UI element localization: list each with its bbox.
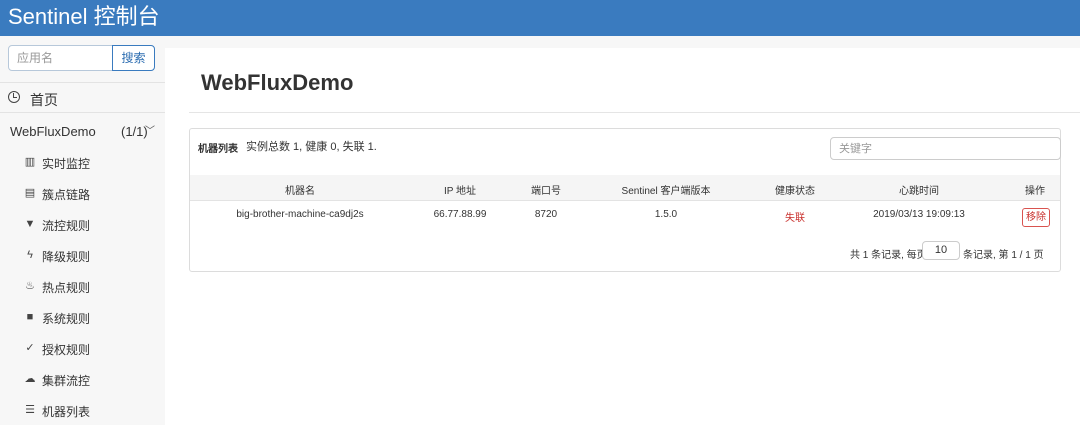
app-search-input[interactable] xyxy=(8,45,113,71)
port-cell: 8720 xyxy=(534,209,558,220)
remove-button[interactable]: 移除 xyxy=(1022,208,1050,227)
page-size-input[interactable]: 10 xyxy=(922,241,960,260)
column-header: 健康状态 xyxy=(775,186,815,197)
sidebar-item-label: 降级规则 xyxy=(42,250,91,264)
sidebar-item-label: 流控规则 xyxy=(42,219,91,233)
sidebar-item-label: 系统规则 xyxy=(42,312,91,326)
table-row: big-brother-machine-ca9dj2s 66.77.88.99 … xyxy=(190,201,1060,231)
title-divider xyxy=(189,112,1080,113)
instance-summary: 实例总数 1, 健康 0, 失联 1. xyxy=(246,141,377,153)
column-header: 端口号 xyxy=(531,186,561,197)
app-name: WebFluxDemo xyxy=(10,124,96,139)
column-header: 机器名 xyxy=(285,186,315,197)
sidebar-item-system-rules[interactable]: ■ 系统规则 xyxy=(0,303,165,333)
sidebar-item-label: 授权规则 xyxy=(42,343,91,357)
sidebar-item-label: 实时监控 xyxy=(42,157,91,171)
flash-icon: ϟ xyxy=(27,249,33,261)
version-cell: 1.5.0 xyxy=(654,209,678,220)
sidebar-item-flow-rules[interactable]: ▼ 流控规则 xyxy=(0,210,165,240)
filter-icon: ▼ xyxy=(24,218,36,230)
column-header: 操作 xyxy=(1025,186,1045,197)
pager-suffix: 条记录, 第 1 / 1 页 xyxy=(963,250,1044,261)
app-search: 搜索 xyxy=(8,45,155,71)
sidebar-item-authority-rules[interactable]: ✓ 授权规则 xyxy=(0,334,165,364)
sidebar-item-degrade-rules[interactable]: ϟ 降级规则 xyxy=(0,241,165,271)
sidebar-item-label: 集群流控 xyxy=(42,374,91,388)
page-title: WebFluxDemo xyxy=(201,70,354,95)
sidebar-item-metric[interactable]: ▥ 实时监控 xyxy=(0,148,165,178)
keyword-search-input[interactable] xyxy=(830,137,1061,160)
pager-prefix: 共 1 条记录, 每页 xyxy=(850,250,927,261)
panel-heading: 机器列表 xyxy=(198,144,238,155)
app-brand[interactable]: Sentinel 控制台 xyxy=(8,3,160,31)
table-header: 机器名 IP 地址 端口号 Sentinel 客户端版本 健康状态 心跳时间 操… xyxy=(190,175,1060,201)
sidebar: 搜索 首页 WebFluxDemo (1/1) ﹀ ▥ 实时监控 ▤ 簇点链路 … xyxy=(0,36,165,425)
fire-icon: ♨ xyxy=(25,280,35,292)
sidebar-item-home[interactable]: 首页 xyxy=(0,82,165,113)
sidebar-item-machines[interactable]: ☰ 机器列表 xyxy=(0,396,165,426)
check-circle-icon: ✓ xyxy=(25,342,35,354)
column-header: Sentinel 客户端版本 xyxy=(621,186,711,197)
sidebar-item-hotspot-rules[interactable]: ♨ 热点规则 xyxy=(0,272,165,302)
health-status-cell: 失联 xyxy=(785,213,805,224)
th-list-icon: ☰ xyxy=(25,404,35,416)
content-top-strip xyxy=(165,36,1080,48)
chevron-down-icon: ﹀ xyxy=(145,126,155,137)
sidebar-item-label: 首页 xyxy=(30,92,58,108)
clock-icon xyxy=(8,91,20,103)
search-button[interactable]: 搜索 xyxy=(112,45,155,71)
list-icon: ▤ xyxy=(24,187,36,199)
column-header: 心跳时间 xyxy=(899,186,939,197)
machine-name-cell: big-brother-machine-ca9dj2s xyxy=(236,209,364,220)
bar-chart-icon: ▥ xyxy=(24,156,36,168)
ip-cell: 66.77.88.99 xyxy=(433,209,487,220)
lock-icon: ■ xyxy=(26,311,34,323)
sidebar-item-resources[interactable]: ▤ 簇点链路 xyxy=(0,179,165,209)
sidebar-item-label: 簇点链路 xyxy=(42,188,91,202)
main-content: WebFluxDemo 机器列表 实例总数 1, 健康 0, 失联 1. 机器名… xyxy=(165,36,1080,425)
top-bar: Sentinel 控制台 xyxy=(0,0,1080,36)
sidebar-item-cluster-flow[interactable]: ☁ 集群流控 xyxy=(0,365,165,395)
column-header: IP 地址 xyxy=(443,186,477,197)
heartbeat-cell: 2019/03/13 19:09:13 xyxy=(873,209,965,220)
sidebar-item-label: 热点规则 xyxy=(42,281,91,295)
app-group-toggle[interactable]: WebFluxDemo (1/1) ﹀ xyxy=(0,120,165,142)
cloud-icon: ☁ xyxy=(24,373,36,385)
sidebar-item-label: 机器列表 xyxy=(42,405,91,419)
app-instance-count: (1/1) xyxy=(121,124,148,139)
machine-list-panel: 机器列表 实例总数 1, 健康 0, 失联 1. 机器名 IP 地址 端口号 S… xyxy=(189,128,1061,272)
